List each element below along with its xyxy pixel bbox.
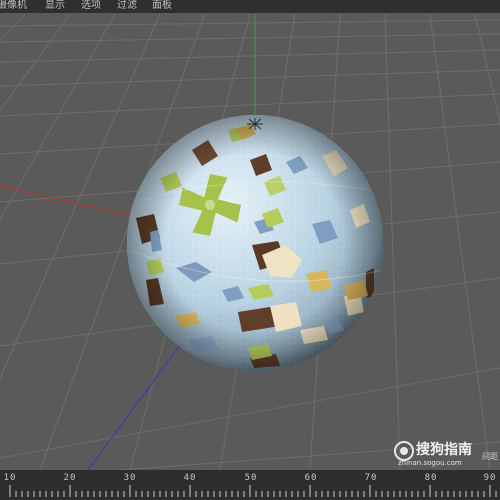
menu-options[interactable]: 选项 xyxy=(81,0,101,12)
ruler-tick-label: 60 xyxy=(304,473,318,483)
ruler-tick-label: 70 xyxy=(364,473,378,483)
watermark-text: 搜狗指南 xyxy=(416,442,472,458)
ruler-tick-label: 50 xyxy=(244,473,258,483)
3d-viewport[interactable]: 摄像机 显示 选项 过滤 面板 搜狗指南 zhinan.sogou.com 间距… xyxy=(0,0,500,500)
menu-panel[interactable]: 面板 xyxy=(152,0,172,12)
menu-filter[interactable]: 过滤 xyxy=(117,0,137,12)
menu-camera[interactable]: 摄像机 xyxy=(0,0,27,12)
scene xyxy=(0,0,500,500)
ruler-tick-label: 10 xyxy=(3,473,17,483)
timeline-ruler[interactable]: 10 20 30 40 50 60 70 80 90 xyxy=(0,470,500,500)
viewport-menubar: 摄像机 显示 选项 过滤 面板 xyxy=(0,0,500,13)
ruler-tick-label: 40 xyxy=(183,473,197,483)
ruler-tick-label: 20 xyxy=(63,473,77,483)
sogou-watermark: 搜狗指南 zhinan.sogou.com 间距 xyxy=(394,441,498,469)
ruler-tick-label: 30 xyxy=(123,473,137,483)
menu-display[interactable]: 显示 xyxy=(45,0,65,12)
sogou-logo-icon xyxy=(394,441,414,461)
watermark-extra: 间距 xyxy=(482,452,498,461)
ruler-tick-label: 80 xyxy=(424,473,438,483)
ruler-tick-label: 90 xyxy=(483,473,497,483)
ruler-tick-marks xyxy=(9,485,497,497)
watermark-url: zhinan.sogou.com xyxy=(398,459,462,467)
